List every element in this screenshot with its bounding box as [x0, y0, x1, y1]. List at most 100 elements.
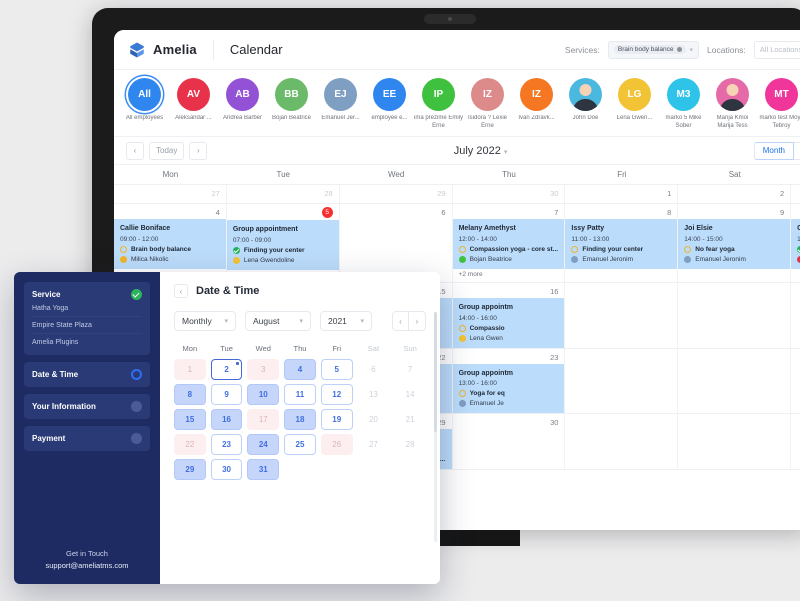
employee-filter-1[interactable]: AV Aleksandar ...	[169, 78, 218, 130]
employee-filter-12[interactable]: Marija Kmoi Marija Tess	[708, 78, 757, 130]
booking-step-date-time[interactable]: Date & Time	[24, 362, 150, 387]
picker-day[interactable]: 2	[210, 359, 243, 380]
employee-filter-0[interactable]: All All employees	[120, 78, 169, 130]
calendar-day-cell[interactable]	[678, 414, 792, 470]
event-service: Compassio	[469, 324, 505, 332]
picker-day[interactable]: 11	[284, 384, 316, 405]
picker-day[interactable]: 10	[247, 384, 280, 405]
today-button[interactable]: Today	[149, 141, 185, 160]
calendar-day-cell[interactable]	[565, 282, 679, 348]
calendar-day-cell[interactable]	[565, 414, 679, 470]
calendar-event[interactable]: Joi Elsie 14:00 - 15:00 No fear yoga Emanue…	[678, 219, 791, 269]
calendar-event[interactable]: Melany Amethyst 12:00 - 14:00 Compassion y…	[452, 219, 565, 269]
header-divider	[212, 39, 214, 60]
calendar-day-cell[interactable]: 23 Group appointm 13:00 - 16:00 Yoga for eq…	[452, 348, 566, 414]
calendar-day-cell[interactable]	[791, 283, 800, 348]
calendar-day-cell[interactable]: 30	[453, 414, 566, 470]
calendar-day-cell[interactable]: 1	[565, 185, 679, 203]
services-select[interactable]: Brain body balance ▾	[607, 40, 700, 59]
year-select[interactable]: 2021 ▾	[320, 311, 372, 331]
calendar-event[interactable]: Callie Boniface 09:00 - 12:00 Brain body b…	[114, 219, 226, 269]
view-mode-select[interactable]: Monthly ▾	[174, 311, 236, 331]
employee-filter-11[interactable]: M3 marko 5 Mike Sober	[659, 78, 708, 130]
back-button[interactable]: ‹	[174, 284, 188, 298]
calendar-day-cell[interactable]	[565, 348, 679, 414]
picker-day[interactable]: 5	[320, 359, 353, 380]
employee-filter-2[interactable]: AB Andrea Barber	[218, 78, 267, 130]
calendar-day-cell[interactable]: 6	[340, 204, 453, 282]
calendar-event[interactable]: Group appointm 13:00 - 16:00 Yoga for eq Em…	[452, 363, 565, 414]
calendar-day-cell[interactable]	[791, 185, 800, 203]
booking-step-service[interactable]: Service Hatha Yoga Empire State Plaza Ameli…	[24, 282, 150, 355]
calendar-day-cell[interactable]: 4 Callie Boniface 09:00 - 12:00 Brain body …	[114, 204, 227, 282]
picker-day[interactable]: 4	[284, 359, 316, 380]
calendar-day-cell[interactable]	[791, 349, 800, 414]
booking-step-your-information[interactable]: Your Information	[24, 394, 150, 419]
calendar-day-cell[interactable]: 7 Melany Amethyst 12:00 - 14:00 Compassion …	[452, 204, 566, 282]
circle-icon	[571, 245, 579, 253]
support-email[interactable]: support@ameliatms.com	[24, 561, 150, 570]
employee-filter-13[interactable]: MT marko test Moys Tebroy	[757, 78, 800, 130]
employee-filter-3[interactable]: BB Bojan Beatrice	[267, 78, 316, 130]
calendar-day-cell[interactable]: 27	[114, 185, 227, 203]
employee-filter-9[interactable]: John Doe	[561, 78, 610, 130]
picker-day: 13	[368, 390, 378, 399]
calendar-day-cell[interactable]: 30	[453, 185, 566, 203]
calendar-event[interactable]: Group appointment 07:00 - 09:00 Finding yo…	[226, 220, 339, 270]
picker-day[interactable]: 19	[320, 409, 353, 430]
booking-step-payment[interactable]: Payment	[24, 426, 150, 451]
employee-filter-5[interactable]: EE employee e...	[365, 78, 414, 130]
day-number: 6	[441, 208, 446, 217]
calendar-event[interactable]: Group appointme11:00 - 12:00Reunite witN…	[791, 219, 800, 269]
employee-filter-10[interactable]: LG Lena Gwen...	[610, 78, 659, 130]
view-button-month[interactable]: Month	[753, 141, 794, 160]
prev-month-button[interactable]: ‹	[126, 141, 144, 160]
calendar-day-cell[interactable]: Group appointme11:00 - 12:00Reunite witN…	[791, 204, 800, 282]
brand[interactable]: Amelia	[128, 41, 197, 59]
day-number: 23	[550, 352, 559, 362]
calendar-day-cell[interactable]: 28	[227, 185, 340, 203]
booking-date-picker[interactable]: Mon Tue Wed Thu Fri Sat Sun 1 2 3 4 5 6 7 8 9 10 11 12 13 14…	[174, 344, 426, 480]
calendar-event[interactable]: Issy Patty 11:00 - 13:00 Finding your cent…	[565, 219, 678, 269]
employee-name: Lena Gwen...	[616, 115, 653, 121]
calendar-day-cell[interactable]	[678, 348, 792, 414]
event-customer: Joi Elsie	[684, 225, 713, 232]
next-month-button[interactable]: ›	[189, 141, 208, 160]
month-select[interactable]: August ▾	[245, 311, 311, 331]
calendar-day-cell[interactable]: 16 Group appointm 14:00 - 16:00 Compassio Le…	[452, 282, 566, 348]
picker-day[interactable]: 29	[174, 459, 206, 480]
picker-day[interactable]: 8	[174, 384, 206, 405]
picker-day[interactable]: 18	[284, 409, 316, 430]
picker-day[interactable]: 9	[210, 384, 243, 405]
booking-next-month-button[interactable]: ›	[409, 311, 426, 331]
picker-day[interactable]: 16	[210, 409, 243, 430]
employee-filter-4[interactable]: EJ Emanuel Jer...	[316, 78, 365, 130]
calendar-day-cell[interactable]: 5 Group appointment 07:00 - 09:00 Finding y…	[226, 204, 340, 282]
employee-filter-strip[interactable]: All All employees AV Aleksandar ... AB Andrea…	[114, 70, 800, 137]
calendar-day-cell[interactable]	[678, 282, 792, 348]
locations-select[interactable]: All Locations ▾	[753, 40, 800, 59]
booking-scrollbar[interactable]	[434, 312, 437, 542]
step-title: Date & Time	[32, 370, 79, 379]
employee-filter-8[interactable]: IZ Ivan Zdravk...	[512, 78, 561, 130]
view-button-week[interactable]: Week	[794, 141, 800, 160]
picker-day[interactable]: 23	[210, 434, 243, 455]
calendar-day-cell[interactable]: 9 Joi Elsie 14:00 - 15:00 No fear yoga Emanu…	[678, 204, 792, 282]
calendar-day-cell[interactable]	[791, 414, 800, 469]
calendar-day-cell[interactable]: 2	[678, 185, 792, 203]
employee-filter-6[interactable]: IP ima prezime Emily Erne	[414, 78, 463, 130]
calendar-day-cell[interactable]: 8 Issy Patty 11:00 - 13:00 Finding your cen…	[565, 204, 679, 282]
picker-day[interactable]: 12	[320, 384, 353, 405]
employee-name: employee e...	[371, 115, 408, 121]
calendar-day-cell[interactable]: 29	[340, 185, 453, 203]
more-events-link[interactable]: +2 more	[453, 269, 565, 282]
picker-day[interactable]: 25	[284, 434, 316, 455]
calendar-event[interactable]: Group appointm 14:00 - 16:00 Compassio Lena…	[452, 297, 565, 348]
picker-day[interactable]: 31	[247, 459, 280, 480]
picker-day[interactable]: 15	[174, 409, 206, 430]
employee-filter-7[interactable]: IZ Isidora ? Lexie Erne	[463, 78, 512, 130]
calendar-view-switcher[interactable]: MonthWeekDayList	[753, 141, 800, 160]
booking-prev-month-button[interactable]: ‹	[392, 311, 409, 331]
picker-day[interactable]: 30	[210, 459, 243, 480]
picker-day[interactable]: 24	[247, 434, 280, 455]
